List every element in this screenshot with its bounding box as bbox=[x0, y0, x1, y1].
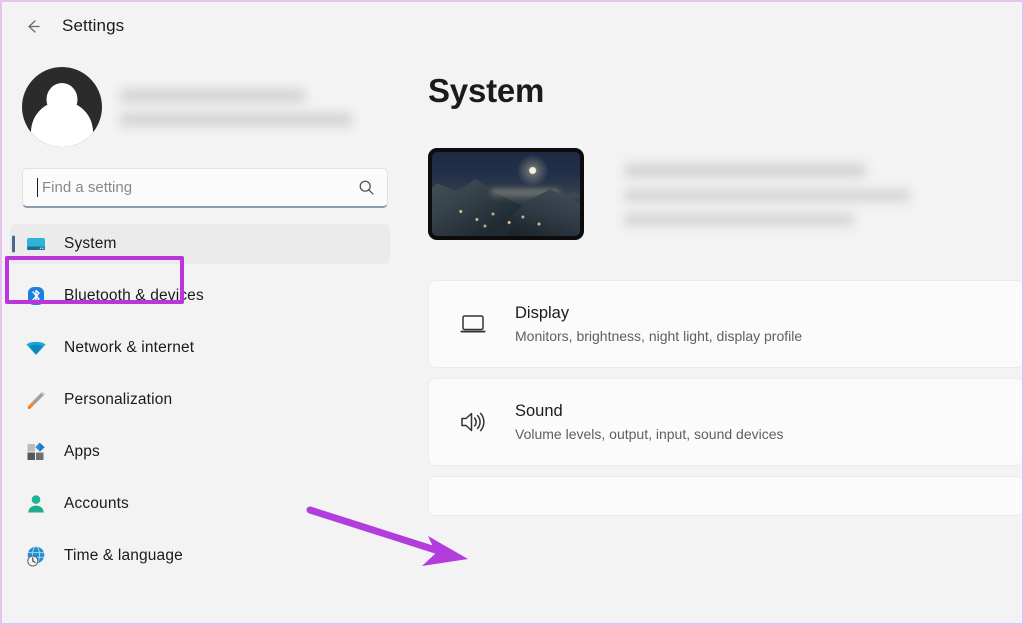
sidebar: System Bluetooth & devices bbox=[2, 50, 402, 623]
sidebar-item-label: System bbox=[64, 235, 117, 252]
sidebar-item-time-language[interactable]: Time & language bbox=[10, 536, 390, 576]
account-email-redacted bbox=[120, 111, 352, 127]
settings-card-display[interactable]: Display Monitors, brightness, night ligh… bbox=[428, 280, 1022, 368]
account-block[interactable] bbox=[2, 50, 402, 150]
sidebar-item-bluetooth-devices[interactable]: Bluetooth & devices bbox=[10, 276, 390, 316]
app-title: Settings bbox=[62, 16, 125, 35]
person-icon bbox=[24, 492, 48, 516]
card-title: Sound bbox=[515, 402, 563, 420]
device-screen bbox=[432, 152, 580, 236]
device-model-redacted bbox=[624, 188, 910, 202]
monitor-icon bbox=[24, 232, 48, 256]
card-text: Sound Volume levels, output, input, soun… bbox=[515, 402, 784, 442]
sidebar-item-label: Bluetooth & devices bbox=[64, 287, 204, 304]
apps-icon bbox=[24, 440, 48, 464]
search-icon[interactable] bbox=[358, 179, 375, 196]
back-button[interactable] bbox=[16, 9, 50, 43]
card-subtitle: Monitors, brightness, night light, displ… bbox=[515, 328, 803, 344]
paintbrush-icon bbox=[24, 388, 48, 412]
sidebar-item-network-internet[interactable]: Network & internet bbox=[10, 328, 390, 368]
monitor-outline-icon bbox=[451, 309, 495, 339]
selection-indicator bbox=[12, 235, 15, 253]
wifi-icon bbox=[24, 336, 48, 360]
village-lights bbox=[446, 204, 563, 230]
search-box[interactable] bbox=[22, 168, 388, 208]
card-title: Display bbox=[515, 304, 570, 322]
avatar-body bbox=[31, 101, 93, 147]
screenshot-frame: Settings Find a setting System Bluetooth… bbox=[0, 0, 1024, 625]
device-info bbox=[624, 162, 1022, 226]
sidebar-item-label: Accounts bbox=[64, 495, 129, 512]
search-input[interactable] bbox=[38, 179, 358, 196]
bluetooth-icon bbox=[24, 284, 48, 308]
back-arrow-icon bbox=[27, 19, 40, 33]
device-rename-redacted bbox=[624, 212, 854, 226]
sidebar-item-label: Network & internet bbox=[64, 339, 195, 356]
device-wallpaper-thumbnail bbox=[428, 148, 584, 240]
card-text: Display Monitors, brightness, night ligh… bbox=[515, 304, 802, 344]
settings-card-list: Display Monitors, brightness, night ligh… bbox=[428, 280, 1022, 516]
device-name-redacted bbox=[624, 162, 866, 178]
main-content: System Display Monitors, brightness, nig… bbox=[402, 50, 1022, 623]
speaker-icon bbox=[451, 407, 495, 437]
card-subtitle: Volume levels, output, input, sound devi… bbox=[515, 426, 784, 442]
title-bar: Settings bbox=[2, 2, 1022, 50]
settings-card-sound[interactable]: Sound Volume levels, output, input, soun… bbox=[428, 378, 1022, 466]
page-title: System bbox=[428, 72, 545, 109]
device-summary bbox=[428, 148, 1022, 240]
settings-card-next-partial[interactable] bbox=[428, 476, 1022, 516]
sidebar-item-system[interactable]: System bbox=[10, 224, 390, 264]
sidebar-item-personalization[interactable]: Personalization bbox=[10, 380, 390, 420]
globe-clock-icon bbox=[24, 544, 48, 568]
sidebar-item-label: Time & language bbox=[64, 547, 183, 564]
sidebar-item-apps[interactable]: Apps bbox=[10, 432, 390, 472]
sidebar-item-label: Apps bbox=[64, 443, 100, 460]
account-text bbox=[120, 87, 402, 127]
sidebar-nav: System Bluetooth & devices Network & int… bbox=[2, 224, 402, 576]
sidebar-item-label: Personalization bbox=[64, 391, 173, 408]
sidebar-item-accounts[interactable]: Accounts bbox=[10, 484, 390, 524]
account-name-redacted bbox=[120, 87, 305, 103]
avatar bbox=[22, 67, 102, 147]
